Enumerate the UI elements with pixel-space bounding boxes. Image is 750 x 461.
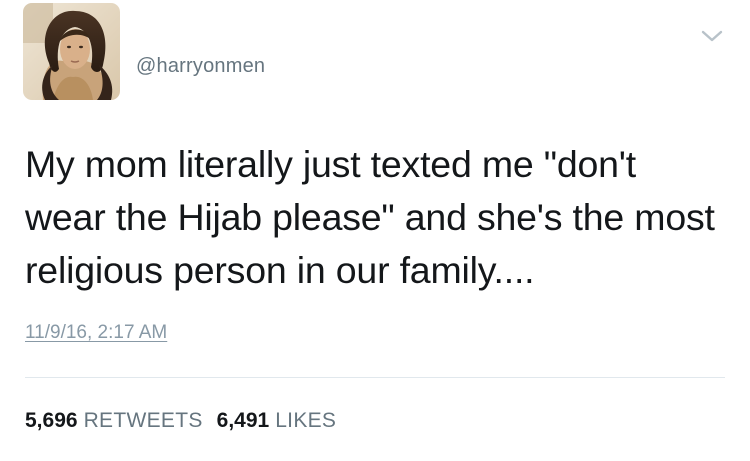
tweet-text: My mom literally just texted me "don't w… [25,143,715,291]
user-handle[interactable]: @harryonmen [136,55,265,78]
likes-count: 6,491 [216,409,270,432]
tweet-card: @harryonmen My mom literally just texted… [0,0,750,461]
retweets-label: RETWEETS [83,409,203,432]
tweet-timestamp[interactable]: 11/9/16, 2:17 AM [25,322,167,344]
chevron-down-icon[interactable] [700,24,724,48]
divider [25,377,725,378]
likes-label: LIKES [275,409,337,432]
retweets-stat[interactable]: 5,696 RETWEETS [25,409,203,433]
likes-stat[interactable]: 6,491 LIKES [217,409,337,433]
avatar-photo [23,3,120,100]
tweet-stats: 5,696 RETWEETS 6,491 LIKES [25,409,350,433]
avatar[interactable] [23,3,120,100]
retweets-count: 5,696 [25,409,78,432]
